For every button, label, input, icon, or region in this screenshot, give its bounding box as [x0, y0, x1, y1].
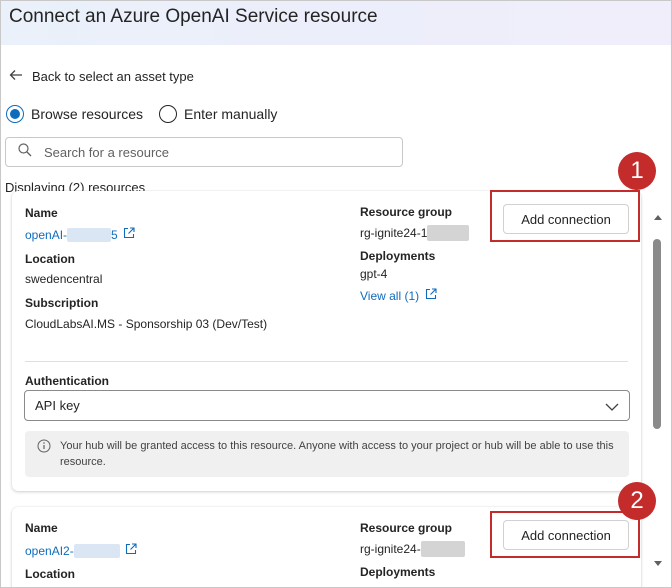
info-message: Your hub will be granted access to this … — [25, 431, 629, 477]
search-input[interactable] — [42, 143, 386, 161]
scrollbar-thumb[interactable] — [653, 239, 661, 429]
resource-group-value: rg-ignite24- — [360, 541, 465, 557]
arrow-left-icon — [9, 69, 23, 84]
search-icon — [18, 142, 32, 162]
resource-group-text: rg-ignite24- — [360, 542, 421, 556]
resource-group-text: rg-ignite24- — [360, 226, 421, 240]
authentication-selected-value: API key — [35, 398, 80, 413]
redacted-text — [73, 543, 120, 558]
open-external-icon — [125, 543, 137, 558]
view-all-label: View all (1) — [360, 288, 420, 303]
callout-badge: 1 — [618, 152, 656, 190]
authentication-dropdown[interactable]: API key — [24, 390, 630, 421]
resource-name-text: openAI- — [25, 227, 68, 242]
authentication-label: Authentication — [25, 374, 109, 388]
title-bar: Connect an Azure OpenAI Service resource — [1, 1, 671, 45]
open-external-icon — [123, 227, 135, 242]
view-all-deployments-link[interactable]: View all (1) — [360, 288, 437, 303]
open-external-icon — [425, 288, 437, 303]
search-box[interactable] — [5, 137, 403, 167]
name-label: Name — [25, 521, 58, 535]
subscription-value: CloudLabsAI.MS - Sponsorship 03 (Dev/Tes… — [25, 317, 268, 331]
resource-name-link[interactable]: openAI- 5 — [25, 227, 135, 242]
card-divider — [25, 361, 628, 362]
radio-label: Enter manually — [184, 106, 278, 122]
deployments-value: gpt-4 — [360, 267, 388, 281]
redacted-text — [420, 541, 465, 557]
name-label: Name — [25, 206, 58, 220]
resource-group-suffix: 1 — [420, 226, 428, 240]
radio-button-checked[interactable] — [6, 105, 24, 123]
resource-name-link[interactable]: openAI2- — [25, 543, 137, 558]
location-label: Location — [25, 252, 75, 266]
resource-group-label: Resource group — [360, 205, 453, 219]
highlight-box — [490, 190, 640, 242]
deployments-label: Deployments — [360, 249, 436, 263]
radio-label: Browse resources — [31, 106, 144, 122]
dialog-window: Connect an Azure OpenAI Service resource… — [0, 0, 672, 588]
source-mode-radio-group: Browse resources Enter manually — [6, 105, 293, 123]
back-link[interactable]: Back to select an asset type — [9, 69, 194, 84]
info-icon — [37, 439, 51, 458]
resource-group-value: rg-ignite24- 1 — [360, 225, 470, 241]
location-value: swedencentral — [25, 272, 103, 286]
page-title: Connect an Azure OpenAI Service resource — [9, 6, 378, 27]
resource-name-suffix: 5 — [111, 227, 118, 242]
radio-browse-resources[interactable]: Browse resources — [6, 105, 143, 123]
redacted-text — [427, 225, 470, 241]
resource-name-text: openAI2- — [25, 543, 74, 558]
redacted-text — [67, 227, 112, 242]
deployments-label: Deployments — [360, 565, 436, 579]
back-link-label: Back to select an asset type — [32, 69, 194, 84]
highlight-box — [490, 511, 640, 558]
subscription-label: Subscription — [25, 296, 99, 310]
location-label: Location — [25, 567, 75, 581]
radio-button[interactable] — [159, 105, 178, 123]
resource-group-label: Resource group — [360, 521, 453, 535]
chevron-down-icon — [605, 400, 619, 415]
radio-enter-manually[interactable]: Enter manually — [159, 105, 277, 123]
info-message-text: Your hub will be granted access to this … — [60, 440, 614, 468]
